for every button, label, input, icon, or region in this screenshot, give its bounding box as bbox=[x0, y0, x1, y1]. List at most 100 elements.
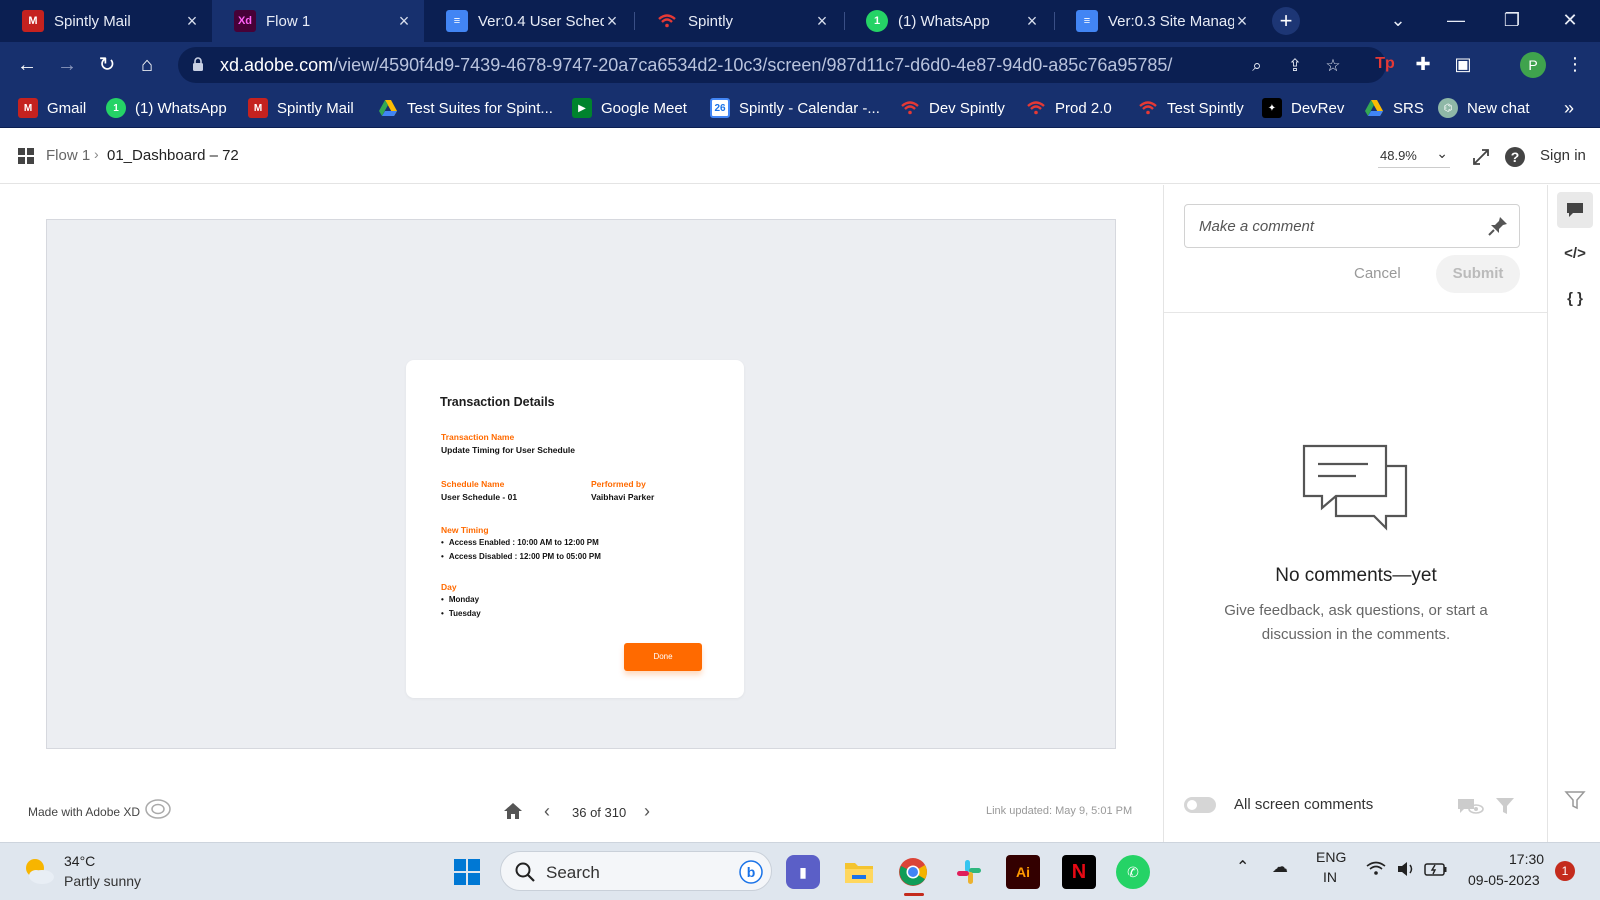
restore-button[interactable]: ❐ bbox=[1484, 0, 1540, 42]
bookmark-prod[interactable]: Prod 2.0 bbox=[1026, 96, 1112, 120]
filter-icon[interactable] bbox=[1494, 795, 1516, 817]
code-view-icon[interactable]: </> bbox=[1557, 236, 1593, 272]
cancel-button[interactable]: Cancel bbox=[1354, 265, 1401, 282]
tab-search-chevron-icon[interactable]: ⌄ bbox=[1370, 0, 1426, 42]
netflix-icon[interactable]: N bbox=[1062, 855, 1096, 889]
comment-input[interactable]: Make a comment bbox=[1184, 204, 1520, 248]
zoom-icon[interactable]: ⌕ bbox=[1246, 55, 1268, 77]
extension-tp-icon[interactable]: Tp bbox=[1372, 51, 1398, 77]
hide-comments-icon[interactable] bbox=[1456, 795, 1484, 817]
taskbar-search[interactable]: Search b bbox=[500, 851, 772, 891]
zoom-select[interactable]: 48.9% ⌄ bbox=[1378, 144, 1450, 168]
help-icon[interactable]: ? bbox=[1504, 146, 1526, 168]
minimize-button[interactable]: — bbox=[1428, 0, 1484, 42]
bookmark-calendar[interactable]: 26 Spintly - Calendar -... bbox=[710, 96, 880, 120]
submit-button[interactable]: Submit bbox=[1436, 255, 1520, 293]
search-label: Search bbox=[546, 863, 600, 882]
clock-time[interactable]: 17:30 bbox=[1509, 851, 1544, 867]
browser-toolbar: ← → ↻ ⌂ xd.adobe.com/view/4590f4d9-7439-… bbox=[0, 42, 1600, 88]
done-button[interactable]: Done bbox=[624, 643, 702, 671]
clock-date[interactable]: 09-05-2023 bbox=[1468, 872, 1540, 888]
share-icon[interactable]: ⇪ bbox=[1284, 55, 1306, 77]
bookmark-gmail[interactable]: M Gmail bbox=[18, 96, 86, 120]
all-screen-comments-toggle[interactable] bbox=[1184, 797, 1216, 813]
bookmark-google-meet[interactable]: ▶ Google Meet bbox=[572, 96, 687, 120]
file-explorer-icon[interactable] bbox=[842, 855, 876, 889]
fullscreen-icon[interactable] bbox=[1470, 146, 1492, 168]
extensions-puzzle-icon[interactable]: ✚ bbox=[1410, 51, 1436, 77]
bookmark-spintly-mail[interactable]: M Spintly Mail bbox=[248, 96, 354, 120]
tab-whatsapp[interactable]: 1 (1) WhatsApp × bbox=[844, 0, 1052, 42]
close-icon[interactable]: × bbox=[604, 11, 620, 32]
transaction-details-card: Transaction Details Transaction Name Upd… bbox=[406, 360, 744, 698]
panel-filter-icon[interactable] bbox=[1564, 789, 1586, 811]
bookmark-test-spintly[interactable]: Test Spintly bbox=[1138, 96, 1244, 120]
whatsapp-icon[interactable]: ✆ bbox=[1116, 855, 1150, 889]
chatgpt-icon: ⌬ bbox=[1438, 98, 1458, 118]
teams-chat-icon[interactable]: ▮ bbox=[786, 855, 820, 889]
performed-by-label: Performed by bbox=[591, 479, 646, 489]
slack-icon[interactable] bbox=[952, 855, 986, 889]
windows-start-icon[interactable] bbox=[450, 855, 484, 889]
bookmark-label: Prod 2.0 bbox=[1055, 99, 1112, 117]
chrome-menu-icon[interactable]: ⋮ bbox=[1562, 51, 1588, 77]
side-panel-icon[interactable]: ▣ bbox=[1450, 51, 1476, 77]
pin-icon[interactable] bbox=[1487, 215, 1509, 237]
home-button[interactable]: ⌂ bbox=[132, 50, 162, 80]
wifi-icon bbox=[900, 98, 920, 118]
reload-button[interactable]: ↻ bbox=[92, 50, 122, 80]
chrome-icon[interactable] bbox=[896, 855, 930, 889]
google-calendar-icon: 26 bbox=[710, 98, 730, 118]
region-code[interactable]: IN bbox=[1323, 869, 1337, 885]
home-icon[interactable] bbox=[500, 798, 526, 824]
illustrator-icon[interactable]: Ai bbox=[1006, 855, 1040, 889]
more-bookmarks-icon[interactable]: » bbox=[1564, 96, 1574, 120]
comments-mode-icon[interactable] bbox=[1557, 192, 1593, 228]
forward-button[interactable]: → bbox=[52, 50, 82, 80]
bookmark-label: DevRev bbox=[1291, 99, 1345, 117]
tab-spintly-mail[interactable]: M Spintly Mail × bbox=[0, 0, 212, 42]
address-bar[interactable]: xd.adobe.com/view/4590f4d9-7439-4678-974… bbox=[178, 47, 1386, 83]
profile-avatar[interactable]: P bbox=[1520, 52, 1546, 78]
next-screen-icon[interactable]: › bbox=[634, 798, 660, 824]
grid-view-icon[interactable] bbox=[18, 148, 34, 164]
specs-braces-icon[interactable]: { } bbox=[1557, 281, 1593, 317]
bookmark-new-chat[interactable]: ⌬ New chat bbox=[1438, 96, 1530, 120]
partly-sunny-icon[interactable] bbox=[22, 855, 56, 887]
close-icon[interactable]: × bbox=[1024, 11, 1040, 32]
volume-icon[interactable] bbox=[1396, 860, 1416, 878]
close-icon[interactable]: × bbox=[396, 11, 412, 32]
language-code[interactable]: ENG bbox=[1316, 849, 1346, 865]
schedule-name-label: Schedule Name bbox=[441, 479, 505, 489]
breadcrumb-flow[interactable]: Flow 1 bbox=[46, 147, 90, 164]
close-icon[interactable]: × bbox=[1234, 11, 1250, 32]
bookmark-test-suites[interactable]: Test Suites for Spint... bbox=[378, 96, 553, 120]
wifi-status-icon[interactable] bbox=[1366, 861, 1386, 877]
bookmark-devrev[interactable]: ✦ DevRev bbox=[1262, 96, 1344, 120]
battery-icon[interactable] bbox=[1424, 860, 1448, 878]
tab-user-schedule-doc[interactable]: ≡ Ver:0.4 User Schedu × bbox=[424, 0, 632, 42]
previous-screen-icon[interactable]: ‹ bbox=[534, 798, 560, 824]
tab-site-manager-doc[interactable]: ≡ Ver:0.3 Site Manag × bbox=[1054, 0, 1262, 42]
tab-spintly[interactable]: Spintly × bbox=[634, 0, 842, 42]
notification-badge[interactable]: 1 bbox=[1555, 861, 1575, 881]
bing-icon[interactable]: b bbox=[739, 860, 763, 884]
back-button[interactable]: ← bbox=[12, 50, 42, 80]
devrev-icon: ✦ bbox=[1262, 98, 1282, 118]
close-window-button[interactable]: ✕ bbox=[1542, 0, 1598, 42]
bookmark-label: Test Spintly bbox=[1167, 99, 1244, 117]
show-hidden-icons-chevron-icon[interactable]: ⌃ bbox=[1236, 857, 1249, 877]
weather-temperature: 34°C bbox=[64, 853, 96, 869]
bookmark-dev-spintly[interactable]: Dev Spintly bbox=[900, 96, 1005, 120]
tab-flow-1[interactable]: Xd Flow 1 × bbox=[212, 0, 424, 42]
gmail-icon: M bbox=[18, 98, 38, 118]
bookmark-srs[interactable]: SRS bbox=[1364, 96, 1424, 120]
onedrive-cloud-icon[interactable]: ☁ bbox=[1272, 857, 1288, 877]
close-icon[interactable]: × bbox=[814, 11, 830, 32]
sign-in-link[interactable]: Sign in bbox=[1540, 147, 1586, 164]
bookmark-star-icon[interactable]: ☆ bbox=[1322, 55, 1344, 77]
google-meet-icon: ▶ bbox=[572, 98, 592, 118]
bookmark-whatsapp[interactable]: 1 (1) WhatsApp bbox=[106, 96, 227, 120]
close-icon[interactable]: × bbox=[184, 11, 200, 32]
new-tab-button[interactable]: + bbox=[1272, 7, 1300, 35]
